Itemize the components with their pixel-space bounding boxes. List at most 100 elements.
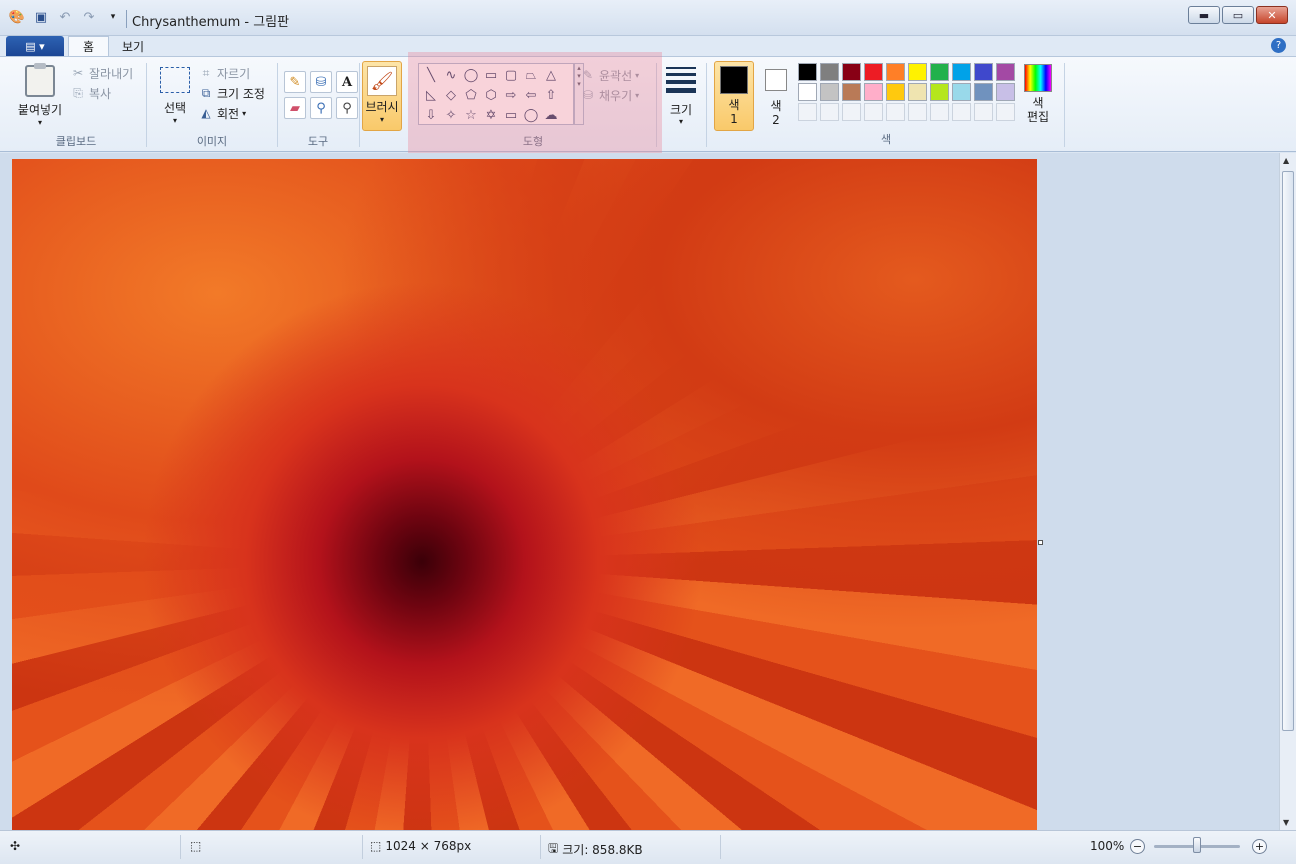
window-title: Chrysanthemum - 그림판: [132, 15, 290, 30]
color-picker-icon[interactable]: ⚲: [310, 97, 332, 119]
custom-color-slot[interactable]: [996, 103, 1015, 121]
select-button[interactable]: 선택 ▾: [152, 59, 198, 125]
disk-icon: 🖫: [548, 841, 559, 855]
tab-view[interactable]: 보기: [108, 36, 158, 56]
color2-button[interactable]: 색 2: [756, 61, 796, 131]
title-separator: [126, 10, 127, 28]
custom-color-slot[interactable]: [798, 103, 817, 121]
crop-button[interactable]: ⌗ 자르기: [198, 63, 265, 83]
image-group: 선택 ▾ ⌗ 자르기 ⧉ 크기 조정 ◭ 회전 ▾ 이미지: [148, 57, 276, 153]
eraser-icon[interactable]: ▰: [284, 97, 306, 119]
title-bar: 🎨 ▣ ↶ ↷ ▾ Chrysanthemum - 그림판 ▬ ▭ ✕: [0, 0, 1296, 36]
save-icon[interactable]: ▣: [32, 8, 50, 26]
close-icon: ✕: [1267, 8, 1277, 22]
palette-swatch[interactable]: [864, 83, 883, 101]
custom-color-slot[interactable]: [952, 103, 971, 121]
paint-app-icon[interactable]: 🎨: [8, 8, 26, 26]
palette-swatch[interactable]: [996, 63, 1015, 81]
palette-swatch[interactable]: [842, 83, 861, 101]
brushes-dropdown-icon: ▾: [379, 115, 384, 124]
size-label: 크기: [669, 103, 693, 117]
vertical-scrollbar[interactable]: ▲ ▼: [1279, 153, 1296, 830]
scrollbar-thumb[interactable]: [1282, 171, 1294, 731]
close-button[interactable]: ✕: [1256, 6, 1288, 24]
maximize-button[interactable]: ▭: [1222, 6, 1254, 24]
palette-swatch[interactable]: [908, 63, 927, 81]
color2-number: 2: [772, 113, 780, 127]
customize-toolbar-icon[interactable]: ▾: [104, 8, 122, 26]
file-size: 🖫 크기: 858.8KB: [548, 839, 643, 860]
color-spectrum-icon: [1024, 64, 1052, 92]
copy-button[interactable]: ⎘ 복사: [70, 83, 133, 103]
palette-swatch[interactable]: [974, 63, 993, 81]
canvas-resize-handle[interactable]: [1038, 540, 1043, 545]
minimize-button[interactable]: ▬: [1188, 6, 1220, 24]
scroll-down-icon[interactable]: ▼: [1283, 818, 1289, 827]
custom-color-slot[interactable]: [864, 103, 883, 121]
custom-color-slot[interactable]: [908, 103, 927, 121]
palette-swatch[interactable]: [798, 63, 817, 81]
clipboard-icon: [25, 63, 55, 97]
custom-color-slot[interactable]: [842, 103, 861, 121]
palette-swatch[interactable]: [996, 83, 1015, 101]
select-label: 선택: [163, 101, 187, 115]
clipboard-group: 붙여넣기 ▾ ✂ 잘라내기 ⎘ 복사 클립보드: [6, 57, 146, 153]
edit-colors-label: 색: [1032, 96, 1044, 110]
custom-color-slot[interactable]: [886, 103, 905, 121]
text-icon[interactable]: A: [336, 71, 358, 93]
magnifier-icon[interactable]: ⚲: [336, 97, 358, 119]
color1-button[interactable]: 색 1: [714, 61, 754, 131]
tools-group: ✎ ⛁ A ▰ ⚲ ⚲ 도구: [278, 57, 358, 153]
dimensions-text: 1024 × 768px: [385, 839, 472, 853]
help-icon[interactable]: ?: [1271, 38, 1286, 53]
palette-swatch[interactable]: [930, 83, 949, 101]
edit-colors-label-2: 편집: [1026, 110, 1050, 124]
cut-button[interactable]: ✂ 잘라내기: [70, 63, 133, 83]
scroll-up-icon[interactable]: ▲: [1283, 156, 1289, 165]
palette-swatch[interactable]: [820, 83, 839, 101]
palette-swatch[interactable]: [908, 83, 927, 101]
copy-icon: ⎘: [73, 85, 83, 100]
status-bar: ✣ ⬚ ⬚ 1024 × 768px 🖫 크기: 858.8KB 100% − …: [0, 830, 1296, 864]
filesize-text: 크기: 858.8KB: [562, 843, 643, 857]
paint-menu-button[interactable]: ▤ ▾: [6, 36, 64, 56]
cut-label: 잘라내기: [89, 66, 134, 81]
zoom-in-icon[interactable]: +: [1252, 839, 1267, 854]
palette-swatch[interactable]: [974, 83, 993, 101]
zoom-slider-thumb[interactable]: [1193, 837, 1201, 853]
colors-group-label: 색: [880, 133, 892, 146]
palette-swatch[interactable]: [930, 63, 949, 81]
palette-swatch[interactable]: [886, 83, 905, 101]
resize-button[interactable]: ⧉ 크기 조정: [198, 83, 265, 103]
zoom-out-icon[interactable]: −: [1130, 839, 1145, 854]
custom-color-slot[interactable]: [930, 103, 949, 121]
color-palette: [798, 63, 1018, 123]
custom-color-slot[interactable]: [974, 103, 993, 121]
edit-colors-button[interactable]: 색 편집: [1022, 64, 1054, 124]
palette-swatch[interactable]: [842, 63, 861, 81]
rotate-button[interactable]: ◭ 회전 ▾: [198, 103, 265, 123]
status-separator: [540, 835, 541, 859]
tab-home[interactable]: 홈: [68, 36, 110, 56]
window-controls: ▬ ▭ ✕: [1188, 6, 1288, 24]
pencil-icon[interactable]: ✎: [284, 71, 306, 93]
palette-swatch[interactable]: [820, 63, 839, 81]
brushes-button[interactable]: 🖌 브러시 ▾: [362, 61, 402, 131]
palette-swatch[interactable]: [886, 63, 905, 81]
size-dropdown-icon: ▾: [678, 117, 683, 126]
palette-swatch[interactable]: [952, 83, 971, 101]
image-dimensions: ⬚ 1024 × 768px: [370, 839, 471, 853]
palette-swatch[interactable]: [864, 63, 883, 81]
palette-swatch[interactable]: [798, 83, 817, 101]
maximize-icon: ▭: [1232, 8, 1244, 22]
brushes-label: 브러시: [365, 100, 399, 114]
size-group[interactable]: 크기 ▾: [658, 57, 704, 153]
paste-button[interactable]: 붙여넣기 ▾: [12, 59, 68, 127]
custom-color-slot[interactable]: [820, 103, 839, 121]
fill-bucket-icon[interactable]: ⛁: [310, 71, 332, 93]
image-canvas[interactable]: [12, 159, 1037, 830]
rotate-icon: ◭: [201, 106, 211, 120]
undo-icon[interactable]: ↶: [56, 8, 74, 26]
palette-swatch[interactable]: [952, 63, 971, 81]
redo-icon[interactable]: ↷: [80, 8, 98, 26]
